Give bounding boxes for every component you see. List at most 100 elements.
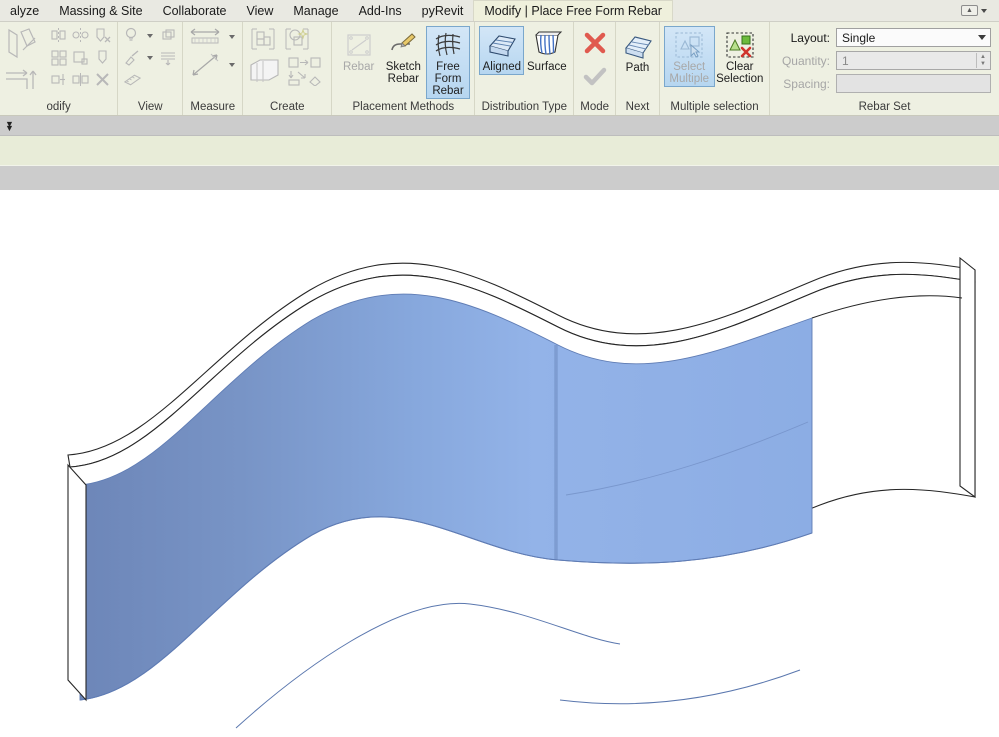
match-type-properties-icon[interactable]	[122, 47, 143, 68]
panel-rebar-set: Layout: Single Quantity: 1 ▲ ▼	[770, 22, 999, 115]
tab-manage[interactable]: Manage	[283, 0, 348, 21]
free-form-rebar-icon	[432, 29, 464, 61]
panel-placement-methods: Rebar Sketch Rebar	[332, 22, 475, 115]
linework-icon[interactable]	[157, 47, 178, 68]
select-multiple-button[interactable]: Select Multiple	[664, 26, 715, 87]
panel-title-rebar-set: Rebar Set	[770, 100, 999, 115]
aligned-button-label: Aligned	[483, 61, 521, 73]
layout-select[interactable]: Single	[836, 28, 991, 47]
panel-multiple-selection: Select Multiple Clear Selection Multiple…	[660, 22, 770, 115]
tab-massing-and-site[interactable]: Massing & Site	[49, 0, 152, 21]
wall-inner-contour-right	[560, 670, 800, 704]
panel-title-measure: Measure	[183, 100, 242, 115]
array-icon[interactable]	[48, 47, 69, 68]
create-assembly-icon[interactable]	[286, 70, 328, 86]
cut-profile-icon[interactable]	[122, 69, 143, 90]
ribbon-collapse-bar[interactable]: ▼▼	[0, 116, 999, 136]
path-icon	[622, 30, 654, 62]
cancel-x-icon[interactable]	[579, 27, 611, 59]
path-button[interactable]: Path	[620, 27, 655, 76]
tab-view[interactable]: View	[237, 0, 284, 21]
panel-mode: Mode	[574, 22, 616, 115]
panel-modify: odify	[0, 22, 118, 115]
create-part-icon[interactable]	[248, 56, 282, 86]
quantity-spin-buttons[interactable]: ▲ ▼	[976, 53, 989, 68]
spin-up-icon[interactable]: ▲	[977, 53, 989, 61]
visibility-graphics-icon[interactable]	[122, 25, 143, 46]
chevron-down-icon[interactable]	[981, 9, 987, 13]
quantity-stepper[interactable]: 1 ▲ ▼	[836, 51, 991, 70]
delete-icon[interactable]	[92, 69, 113, 90]
surface-icon	[531, 29, 563, 61]
tab-label: Modify | Place Free Form Rebar	[484, 4, 662, 18]
rebar-set-form: Layout: Single Quantity: 1 ▲ ▼	[770, 22, 999, 93]
curved-wall-3d-view[interactable]	[0, 190, 999, 737]
wall-left-end-cap	[68, 465, 86, 700]
rebar-button[interactable]: Rebar	[336, 26, 381, 75]
delete-pin-icon[interactable]	[92, 25, 113, 46]
panel-title-modify: odify	[0, 100, 117, 115]
panel-title-distribution-type: Distribution Type	[475, 100, 573, 115]
move-icon[interactable]	[2, 64, 44, 94]
mirror-pick-axis-icon[interactable]	[48, 25, 69, 46]
quantity-value: 1	[842, 54, 849, 68]
surface-button[interactable]: Surface	[524, 26, 569, 75]
free-form-rebar-button[interactable]: Free Form Rebar	[426, 26, 471, 99]
chevron-down-icon[interactable]	[147, 34, 153, 38]
wall-inner-contour-left	[236, 603, 620, 728]
chevron-down-icon[interactable]	[978, 29, 986, 46]
sketch-rebar-button[interactable]: Sketch Rebar	[381, 26, 426, 87]
spacing-input[interactable]	[836, 74, 991, 93]
clear-selection-button[interactable]: Clear Selection	[715, 26, 766, 87]
select-multiple-button-label: Select Multiple	[663, 61, 715, 85]
tab-modify-place-free-form-rebar[interactable]: Modify | Place Free Form Rebar	[473, 0, 673, 21]
tab-analyze[interactable]: alyze	[0, 0, 49, 21]
chevron-double-down-icon[interactable]: ▼▼	[5, 122, 14, 130]
revit-application-window: alyze Massing & Site Collaborate View Ma…	[0, 0, 999, 737]
mirror-draw-axis-icon[interactable]	[70, 25, 91, 46]
copy-to-clipboard-icon[interactable]	[286, 55, 328, 69]
create-group-icon[interactable]	[282, 25, 312, 53]
spin-down-icon[interactable]: ▼	[977, 61, 989, 69]
tab-label: Add-Ins	[359, 4, 402, 18]
panel-distribution-type: Aligned Surface	[475, 22, 574, 115]
finish-check-icon[interactable]	[579, 61, 611, 93]
align-icon[interactable]	[2, 25, 44, 63]
wall-selected-face[interactable]	[80, 294, 812, 700]
clear-selection-icon	[724, 29, 756, 61]
drawing-canvas[interactable]	[0, 190, 999, 737]
free-form-rebar-button-label: Free Form Rebar	[422, 61, 474, 97]
scale-icon[interactable]	[70, 47, 91, 68]
tab-collaborate[interactable]: Collaborate	[153, 0, 237, 21]
create-similar-icon[interactable]	[248, 25, 278, 53]
minimize-glyph: ▲	[966, 7, 973, 14]
tab-label: Collaborate	[163, 4, 227, 18]
chevron-down-icon[interactable]	[147, 56, 153, 60]
panel-title-mode: Mode	[574, 100, 615, 115]
aligned-dimension-icon[interactable]	[187, 25, 225, 49]
measure-between-references-icon[interactable]	[187, 51, 225, 79]
clear-selection-button-label: Clear Selection	[714, 61, 766, 85]
panel-create: Create	[243, 22, 332, 115]
view-control-strip	[0, 166, 999, 190]
aligned-icon	[486, 29, 518, 61]
tab-pyrevit[interactable]: pyRevit	[412, 0, 474, 21]
ribbon-display-options: ▲	[961, 0, 999, 21]
ribbon-minimize-icon[interactable]: ▲	[961, 5, 978, 16]
quantity-label: Quantity:	[776, 54, 830, 68]
layout-value: Single	[842, 31, 875, 45]
tab-add-ins[interactable]: Add-Ins	[349, 0, 412, 21]
pin-icon[interactable]	[92, 47, 113, 68]
chevron-down-icon[interactable]	[229, 63, 235, 67]
select-multiple-icon	[673, 29, 705, 61]
split-with-gap-icon[interactable]	[70, 69, 91, 90]
aligned-button[interactable]: Aligned	[479, 26, 524, 75]
tab-label: Manage	[293, 4, 338, 18]
split-element-icon[interactable]	[48, 69, 69, 90]
hide-in-view-icon[interactable]	[157, 25, 178, 46]
modify-main-tools	[2, 25, 44, 94]
chevron-down-icon[interactable]	[229, 35, 235, 39]
panel-title-placement-methods: Placement Methods	[332, 100, 474, 115]
tab-label: View	[247, 4, 274, 18]
panel-title-create: Create	[243, 100, 331, 115]
